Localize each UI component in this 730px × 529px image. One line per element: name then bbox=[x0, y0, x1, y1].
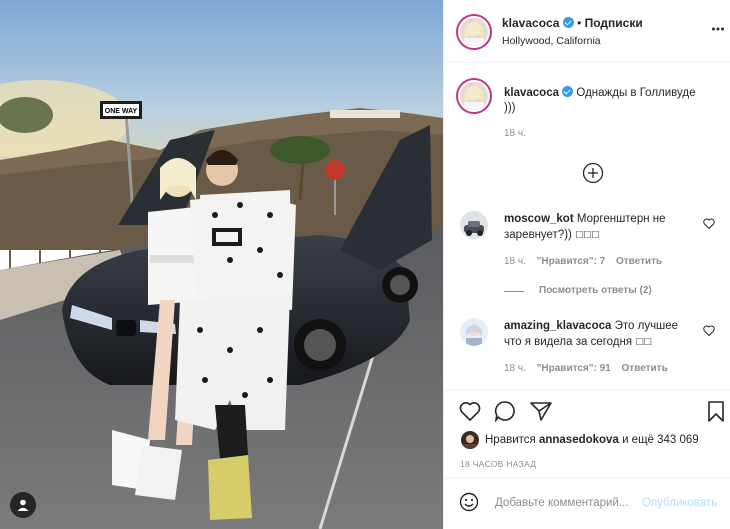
verified-badge-icon bbox=[562, 86, 574, 97]
comment-2-username[interactable]: amazing_klavacoca bbox=[504, 320, 611, 332]
avatar-image bbox=[461, 431, 479, 449]
comment-1-text-2: заревнует?)) bbox=[504, 229, 572, 241]
header-title-line: klavacoca • Подписки bbox=[502, 16, 643, 30]
comment-2-like-button[interactable] bbox=[703, 325, 715, 339]
bookmark-icon bbox=[708, 401, 724, 422]
heart-icon bbox=[703, 218, 715, 230]
comment-bubble-icon bbox=[494, 401, 515, 423]
comment-1-reply-button[interactable]: Ответить bbox=[616, 256, 662, 267]
caption-text-2: ))) bbox=[504, 102, 516, 114]
more-options-button[interactable] bbox=[712, 22, 724, 34]
street-sign-text: ONE WAY bbox=[105, 108, 138, 115]
more-horizontal-icon bbox=[712, 27, 724, 31]
caption-username[interactable]: klavacoca bbox=[504, 87, 559, 99]
avatar-image bbox=[460, 18, 488, 46]
share-button[interactable] bbox=[530, 401, 552, 424]
comment-1-meta: 18 ч. "Нравится": 7 Ответить bbox=[504, 256, 662, 267]
instagram-post-modal: ONE WAY klavacoca • Подписки Hollywood, … bbox=[0, 0, 730, 529]
liked-by-user[interactable]: annasedokova bbox=[539, 434, 619, 446]
tagged-users-button[interactable] bbox=[10, 492, 36, 518]
comment-1-line-1: moscow_kot Моргенштерн не bbox=[504, 213, 666, 225]
comment-2-text-2: что я видела за сегодня bbox=[504, 336, 633, 348]
caption-time: 18 ч. bbox=[504, 128, 526, 139]
user-icon bbox=[17, 499, 29, 511]
avatar-image bbox=[460, 82, 488, 110]
liked-by-suffix[interactable]: и ещё 343 069 bbox=[622, 434, 699, 446]
likes-summary: Нравится annasedokova и ещё 343 069 bbox=[485, 434, 699, 446]
commenter-avatar[interactable] bbox=[460, 211, 488, 239]
comment-2-line-2: что я видела за сегодня □□ bbox=[504, 336, 653, 348]
plus-circle-icon bbox=[582, 162, 604, 184]
comment-2-line-1: amazing_klavacoca Это лучшее bbox=[504, 320, 678, 332]
comment-1-username[interactable]: moscow_kot bbox=[504, 213, 574, 225]
comment-2-text: Это лучшее bbox=[614, 320, 679, 332]
avatar-image bbox=[460, 318, 488, 346]
comment-1-likes[interactable]: "Нравится": 7 bbox=[537, 256, 606, 267]
comment-2-reply-button[interactable]: Ответить bbox=[622, 363, 668, 374]
comment-1-like-button[interactable] bbox=[703, 218, 715, 232]
comment-input[interactable]: Добавьте комментарий... bbox=[495, 497, 628, 509]
liker-avatar[interactable] bbox=[461, 431, 479, 449]
verified-badge-icon bbox=[562, 17, 574, 28]
liked-by-prefix: Нравится bbox=[485, 434, 536, 446]
caption-avatar[interactable] bbox=[460, 82, 488, 110]
following-button[interactable]: Подписки bbox=[585, 16, 643, 30]
view-replies-button[interactable]: Посмотреть ответы (2) bbox=[539, 285, 652, 296]
comment-1-text: Моргенштерн не bbox=[576, 213, 666, 225]
save-button[interactable] bbox=[707, 401, 725, 426]
comment-2-meta: 18 ч. "Нравится": 91 Ответить bbox=[504, 363, 668, 374]
header-dot: • bbox=[577, 16, 582, 30]
emoji-button[interactable] bbox=[459, 492, 479, 515]
heart-icon bbox=[459, 402, 481, 422]
author-avatar[interactable] bbox=[460, 18, 488, 46]
commenter-avatar[interactable] bbox=[460, 318, 488, 346]
location-link[interactable]: Hollywood, California bbox=[502, 35, 601, 47]
caption-line-1: klavacoca Однажды в Голливуде bbox=[504, 86, 696, 99]
actions-divider bbox=[444, 390, 730, 391]
post-header: klavacoca • Подписки Hollywood, Californ… bbox=[444, 0, 730, 63]
comment-1-line-2: заревнует?)) □□□ bbox=[504, 229, 600, 241]
caption-text: Однажды в Голливуде bbox=[576, 87, 696, 99]
like-button[interactable] bbox=[459, 401, 481, 424]
smiley-icon bbox=[459, 492, 479, 512]
comment-2-time: 18 ч. bbox=[504, 363, 526, 374]
paper-plane-icon bbox=[530, 402, 552, 421]
avatar-image bbox=[460, 211, 488, 239]
publish-button[interactable]: Опубликовать bbox=[642, 497, 717, 509]
comment-1-time: 18 ч. bbox=[504, 256, 526, 267]
load-more-comments-button[interactable] bbox=[582, 162, 604, 187]
composer-divider bbox=[444, 478, 730, 479]
replies-divider bbox=[504, 291, 524, 292]
post-side-panel: klavacoca • Подписки Hollywood, Californ… bbox=[443, 0, 730, 529]
heart-icon bbox=[703, 325, 715, 337]
post-timestamp[interactable]: 18 ЧАСОВ НАЗАД bbox=[460, 459, 536, 469]
comment-2-likes[interactable]: "Нравится": 91 bbox=[537, 363, 611, 374]
photo-illustration: ONE WAY bbox=[0, 0, 443, 529]
comment-button[interactable] bbox=[494, 400, 516, 425]
author-username[interactable]: klavacoca bbox=[502, 16, 559, 30]
post-photo[interactable]: ONE WAY bbox=[0, 0, 443, 529]
